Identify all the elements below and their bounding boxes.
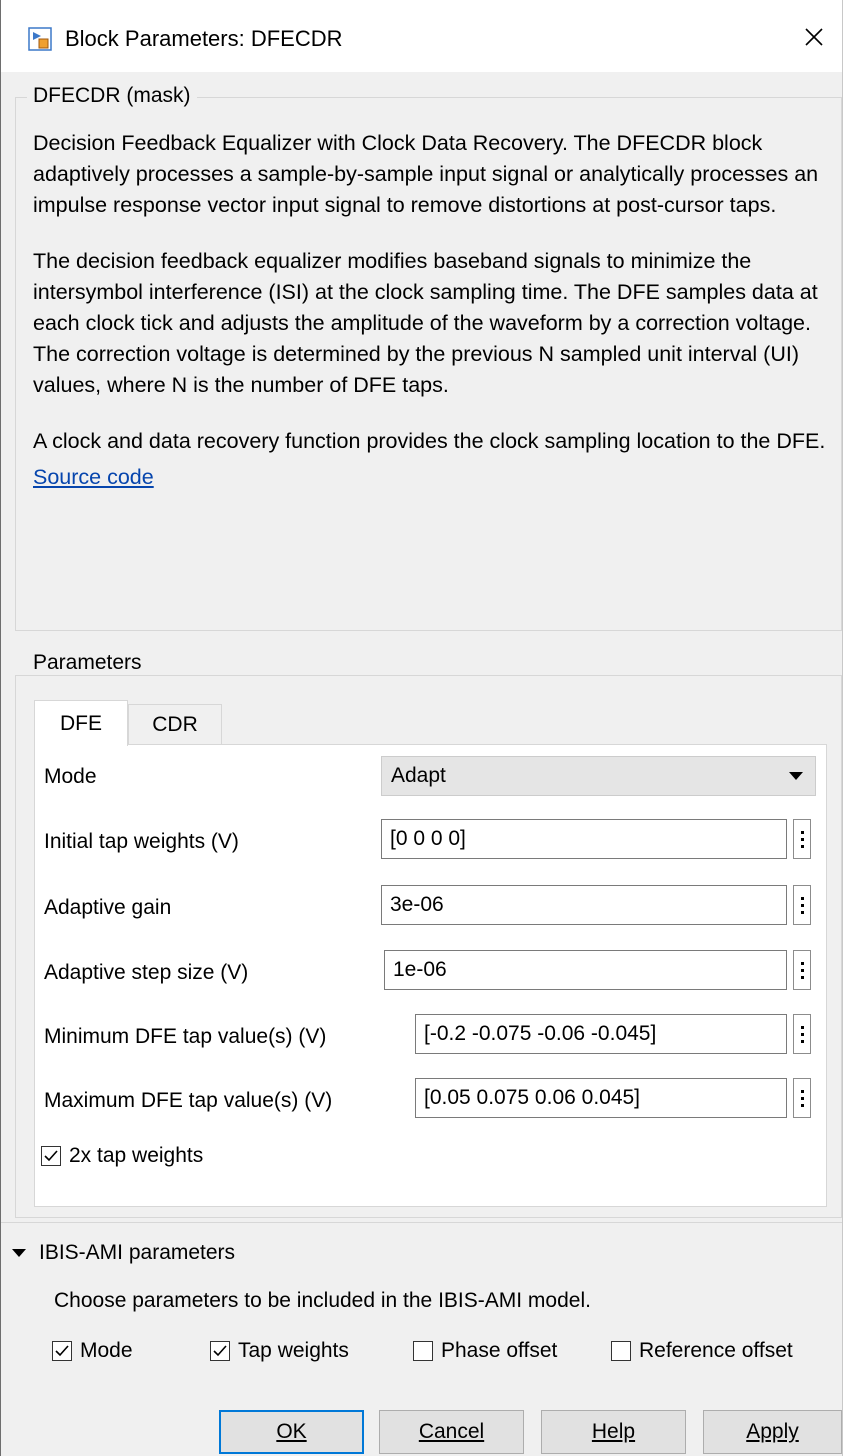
mask-group-title: DFECDR (mask) bbox=[27, 84, 197, 108]
simulink-app-icon bbox=[28, 27, 52, 51]
two-x-tap-weights-checkbox[interactable]: 2x tap weights bbox=[41, 1144, 203, 1168]
section-divider bbox=[1, 1222, 842, 1223]
source-code-link[interactable]: Source code bbox=[33, 465, 154, 489]
checkbox-checked-icon bbox=[210, 1341, 230, 1361]
checkbox-checked-icon bbox=[41, 1146, 61, 1166]
mode-dropdown-value: Adapt bbox=[391, 764, 446, 787]
adaptive-gain-label: Adaptive gain bbox=[44, 896, 172, 919]
ibis-mode-label: Mode bbox=[80, 1339, 133, 1362]
help-button-label: Help bbox=[591, 1420, 636, 1443]
cancel-button[interactable]: Cancel bbox=[379, 1410, 524, 1454]
description-paragraph: A clock and data recovery function provi… bbox=[33, 429, 826, 453]
close-button[interactable] bbox=[786, 14, 842, 60]
cancel-button-label: Cancel bbox=[418, 1420, 485, 1443]
minimum-dfe-tap-label: Minimum DFE tap value(s) (V) bbox=[44, 1025, 327, 1048]
ibis-tap-weights-checkbox[interactable]: Tap weights bbox=[210, 1339, 349, 1363]
minimum-dfe-tap-more-button[interactable] bbox=[793, 1014, 811, 1054]
tab-cdr[interactable]: CDR bbox=[128, 704, 222, 744]
description-paragraph: The decision feedback equalizer modifies… bbox=[33, 249, 818, 397]
mode-dropdown[interactable]: Adapt bbox=[381, 756, 816, 796]
checkbox-checked-icon bbox=[52, 1341, 72, 1361]
maximum-dfe-tap-more-button[interactable] bbox=[793, 1078, 811, 1118]
ibis-tap-weights-label: Tap weights bbox=[238, 1339, 349, 1362]
tab-cdr-label: CDR bbox=[152, 712, 198, 736]
close-icon bbox=[805, 28, 823, 46]
window-title: Block Parameters: DFECDR bbox=[65, 26, 343, 51]
checkbox-unchecked-icon bbox=[413, 1341, 433, 1361]
initial-tap-weights-label: Initial tap weights (V) bbox=[44, 830, 239, 853]
help-button[interactable]: Help bbox=[541, 1410, 686, 1454]
mask-description: Decision Feedback Equalizer with Clock D… bbox=[33, 128, 833, 490]
ibis-mode-checkbox[interactable]: Mode bbox=[52, 1339, 133, 1363]
ibis-ami-toggle[interactable]: IBIS-AMI parameters bbox=[11, 1241, 235, 1265]
initial-tap-weights-more-button[interactable] bbox=[793, 819, 811, 859]
ibis-reference-offset-checkbox[interactable]: Reference offset bbox=[611, 1339, 793, 1363]
initial-tap-weights-field[interactable]: [0 0 0 0] bbox=[381, 819, 787, 859]
adaptive-gain-field[interactable]: 3e-06 bbox=[381, 885, 787, 925]
ibis-phase-offset-checkbox[interactable]: Phase offset bbox=[413, 1339, 557, 1363]
two-x-tap-weights-label: 2x tap weights bbox=[69, 1144, 204, 1167]
maximum-dfe-tap-label: Maximum DFE tap value(s) (V) bbox=[44, 1089, 333, 1112]
adaptive-step-size-field[interactable]: 1e-06 bbox=[384, 950, 787, 990]
ibis-phase-offset-label: Phase offset bbox=[441, 1339, 558, 1362]
adaptive-step-size-label: Adaptive step size (V) bbox=[44, 961, 249, 984]
ibis-reference-offset-label: Reference offset bbox=[639, 1339, 793, 1362]
tab-dfe[interactable]: DFE bbox=[34, 700, 128, 746]
tab-dfe-label: DFE bbox=[60, 711, 102, 735]
apply-button[interactable]: Apply bbox=[703, 1410, 842, 1454]
ok-button-label: OK bbox=[276, 1420, 307, 1443]
parameters-group-title: Parameters bbox=[27, 651, 148, 675]
mode-label: Mode bbox=[44, 765, 97, 788]
ok-button[interactable]: OK bbox=[219, 1410, 364, 1454]
minimum-dfe-tap-field[interactable]: [-0.2 -0.075 -0.06 -0.045] bbox=[415, 1014, 787, 1054]
description-paragraph: Decision Feedback Equalizer with Clock D… bbox=[33, 131, 819, 217]
title-bar: Block Parameters: DFECDR bbox=[1, 0, 842, 72]
adaptive-gain-more-button[interactable] bbox=[793, 885, 811, 925]
maximum-dfe-tap-field[interactable]: [0.05 0.075 0.06 0.045] bbox=[415, 1078, 787, 1118]
chevron-down-icon bbox=[789, 772, 803, 780]
adaptive-step-size-more-button[interactable] bbox=[793, 950, 811, 990]
expanded-triangle-icon bbox=[12, 1249, 26, 1257]
block-parameters-dialog: Block Parameters: DFECDR DFECDR (mask) D… bbox=[0, 0, 843, 1456]
apply-button-label: Apply bbox=[746, 1420, 799, 1443]
ibis-ami-description: Choose parameters to be included in the … bbox=[54, 1289, 591, 1312]
ibis-ami-toggle-label: IBIS-AMI parameters bbox=[39, 1241, 236, 1264]
checkbox-unchecked-icon bbox=[611, 1341, 631, 1361]
